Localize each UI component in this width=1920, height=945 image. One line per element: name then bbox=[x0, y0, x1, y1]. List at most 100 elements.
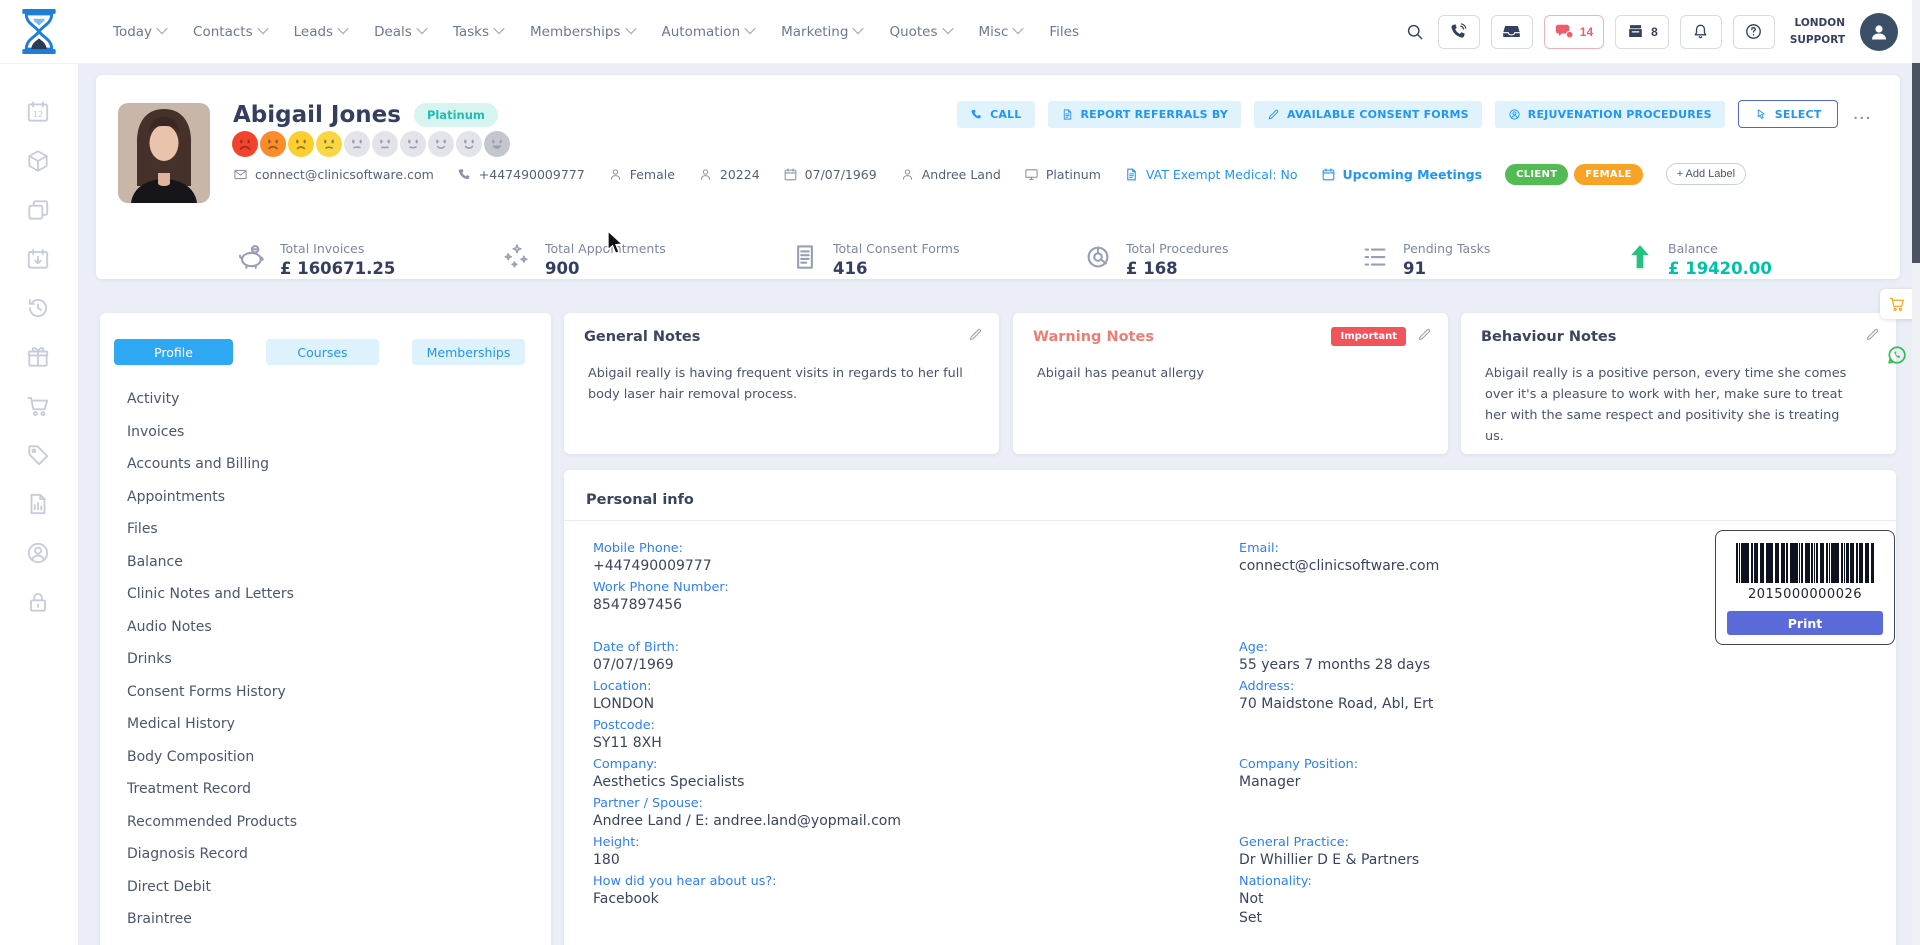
vat-exempt-link[interactable]: VAT Exempt Medical: No bbox=[1124, 167, 1298, 182]
panel-menu-item[interactable]: Audio Notes bbox=[100, 611, 551, 644]
rail-gift-voucher-icon[interactable] bbox=[25, 344, 53, 372]
print-barcode-button[interactable]: Print bbox=[1727, 611, 1883, 635]
client-email[interactable]: connect@clinicsoftware.com bbox=[233, 167, 434, 182]
help-button[interactable] bbox=[1733, 15, 1775, 49]
satisfaction-emoji-2[interactable] bbox=[260, 131, 286, 157]
rail-calendar-icon[interactable] bbox=[25, 99, 53, 127]
call-button[interactable]: CALL bbox=[957, 101, 1034, 128]
whatsapp-button[interactable] bbox=[1886, 344, 1908, 366]
field-value: Aesthetics Specialists bbox=[593, 773, 1239, 792]
rail-products-cube-icon[interactable] bbox=[25, 148, 53, 176]
satisfaction-emoji-8[interactable] bbox=[428, 131, 454, 157]
personal-info-row: Date of Birth: 07/07/1969 Age: 55 years … bbox=[593, 639, 1876, 678]
tab-profile[interactable]: Profile bbox=[114, 339, 233, 365]
panel-menu-item[interactable]: Loyalty Programme bbox=[100, 936, 551, 945]
nav-item[interactable]: Marketing bbox=[781, 24, 862, 40]
panel-menu-item[interactable]: Recommended Products bbox=[100, 806, 551, 839]
rail-clients-circle-icon[interactable] bbox=[25, 540, 53, 568]
rail-rooms-layers-icon[interactable] bbox=[25, 197, 53, 225]
panel-menu-item[interactable]: Activity bbox=[100, 383, 551, 416]
notifications-button[interactable] bbox=[1680, 15, 1722, 49]
nav-item[interactable]: Files bbox=[1049, 24, 1079, 40]
tab-courses[interactable]: Courses bbox=[266, 339, 379, 365]
select-button[interactable]: SELECT bbox=[1738, 100, 1839, 128]
pos-terminal-button[interactable]: 8 bbox=[1615, 15, 1669, 49]
personal-info-row: Mobile Phone: +447490009777 Email: conne… bbox=[593, 540, 1876, 579]
scrollbar-thumb[interactable] bbox=[1912, 63, 1920, 263]
panel-menu-item[interactable]: Drinks bbox=[100, 643, 551, 676]
nav-item[interactable]: Misc bbox=[979, 24, 1023, 40]
upcoming-meetings-link[interactable]: Upcoming Meetings bbox=[1321, 167, 1483, 182]
rail-reports-document-icon[interactable] bbox=[25, 491, 53, 519]
satisfaction-emoji-4[interactable] bbox=[316, 131, 342, 157]
nav-item[interactable]: Leads bbox=[294, 24, 347, 40]
floating-basket-button[interactable] bbox=[1880, 289, 1914, 319]
panel-menu-item[interactable]: Body Composition bbox=[100, 741, 551, 774]
nav-item[interactable]: Contacts bbox=[193, 24, 267, 40]
panel-menu-item[interactable]: Appointments bbox=[100, 481, 551, 514]
search-button[interactable] bbox=[1403, 22, 1427, 42]
inbox-button[interactable] bbox=[1491, 15, 1533, 49]
field-value: +447490009777 bbox=[593, 557, 1239, 576]
pointer-icon bbox=[1755, 108, 1768, 121]
panel-menu-item[interactable]: Braintree bbox=[100, 903, 551, 936]
nav-item[interactable]: Tasks bbox=[453, 24, 503, 40]
personal-info-row: Work Phone Number: 8547897456 bbox=[593, 579, 1876, 618]
client-photo[interactable] bbox=[118, 103, 210, 203]
field-label: Partner / Spouse: bbox=[593, 795, 1239, 812]
rail-security-lock-icon[interactable] bbox=[25, 589, 53, 617]
chat-button[interactable]: 14 bbox=[1544, 15, 1604, 49]
satisfaction-emoji-7[interactable] bbox=[400, 131, 426, 157]
nav-item[interactable]: Memberships bbox=[530, 24, 634, 40]
panel-menu-item[interactable]: Invoices bbox=[100, 416, 551, 449]
field-label: Postcode: bbox=[593, 717, 1239, 734]
app-logo-icon[interactable] bbox=[16, 7, 62, 56]
satisfaction-emoji-1[interactable] bbox=[232, 131, 258, 157]
nav-item[interactable]: Automation bbox=[662, 24, 755, 40]
nav-item[interactable]: Quotes bbox=[889, 24, 951, 40]
field-label: Date of Birth: bbox=[593, 639, 1239, 656]
report-referrals-button[interactable]: REPORT REFERRALS BY bbox=[1048, 101, 1241, 128]
panel-menu-item[interactable]: Consent Forms History bbox=[100, 676, 551, 709]
panel-menu-item[interactable]: Medical History bbox=[100, 708, 551, 741]
satisfaction-emoji-9[interactable] bbox=[456, 131, 482, 157]
personal-info-row bbox=[593, 618, 1876, 639]
more-actions-button[interactable]: ... bbox=[1851, 106, 1874, 123]
panel-menu-item[interactable]: Direct Debit bbox=[100, 871, 551, 904]
available-consent-forms-button[interactable]: AVAILABLE CONSENT FORMS bbox=[1254, 101, 1482, 128]
satisfaction-emoji-5[interactable] bbox=[344, 131, 370, 157]
satisfaction-emoji-3[interactable] bbox=[288, 131, 314, 157]
satisfaction-emoji-10[interactable] bbox=[484, 131, 510, 157]
client-mobile[interactable]: +447490009777 bbox=[457, 167, 585, 182]
panel-menu-item[interactable]: Diagnosis Record bbox=[100, 838, 551, 871]
edit-pencil-icon[interactable] bbox=[968, 327, 983, 342]
rail-history-clock-icon[interactable] bbox=[25, 295, 53, 323]
nav-item[interactable]: Today bbox=[113, 24, 166, 40]
rail-bookings-calendar-icon[interactable] bbox=[25, 246, 53, 274]
dialer-button[interactable] bbox=[1438, 15, 1480, 49]
rejuvenation-procedures-button[interactable]: REJUVENATION PROCEDURES bbox=[1495, 101, 1725, 128]
client-contact-row: connect@clinicsoftware.com +447490009777… bbox=[233, 163, 1746, 185]
panel-menu-item[interactable]: Clinic Notes and Letters bbox=[100, 578, 551, 611]
client-partner[interactable]: Andree Land bbox=[900, 167, 1001, 182]
edit-pencil-icon[interactable] bbox=[1417, 327, 1432, 342]
search-icon bbox=[1405, 22, 1425, 42]
chevron-down-icon bbox=[493, 23, 504, 34]
edit-pencil-icon[interactable] bbox=[1865, 327, 1880, 342]
label-pill[interactable]: CLIENT bbox=[1505, 164, 1568, 185]
add-label-button[interactable]: + Add Label bbox=[1666, 163, 1746, 185]
rail-offers-tag-icon[interactable] bbox=[25, 442, 53, 470]
panel-menu-item[interactable]: Files bbox=[100, 513, 551, 546]
user-avatar[interactable] bbox=[1860, 13, 1898, 51]
panel-menu-item[interactable]: Accounts and Billing bbox=[100, 448, 551, 481]
location-label[interactable]: LONDON SUPPORT bbox=[1790, 15, 1845, 48]
page-scrollbar[interactable] bbox=[1912, 0, 1920, 945]
satisfaction-emoji-6[interactable] bbox=[372, 131, 398, 157]
rail-shop-cart-icon[interactable] bbox=[25, 393, 53, 421]
panel-menu-item[interactable]: Treatment Record bbox=[100, 773, 551, 806]
nav-item[interactable]: Deals bbox=[374, 24, 426, 40]
field-label: Work Phone Number: bbox=[593, 579, 1239, 596]
label-pill[interactable]: FEMALE bbox=[1574, 164, 1642, 185]
panel-menu-item[interactable]: Balance bbox=[100, 546, 551, 579]
tab-memberships[interactable]: Memberships bbox=[412, 339, 525, 365]
